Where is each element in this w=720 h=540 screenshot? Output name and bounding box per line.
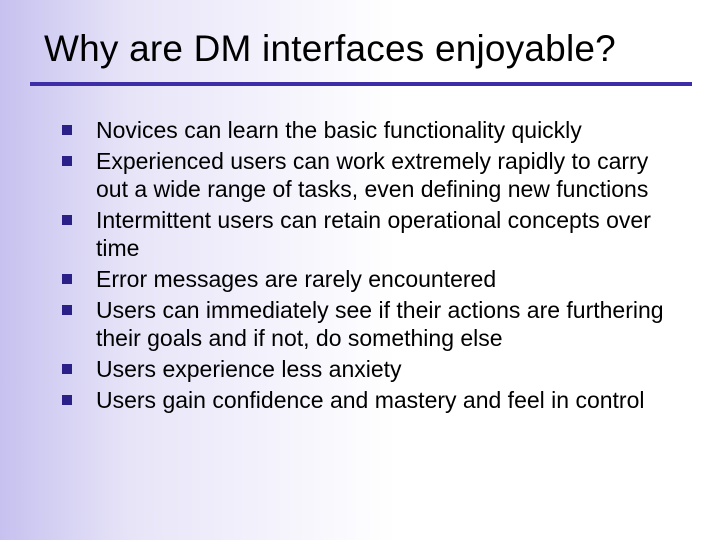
bullet-text: Users gain confidence and mastery and fe… xyxy=(96,387,644,413)
bullet-text: Experienced users can work extremely rap… xyxy=(96,148,648,202)
square-bullet-icon xyxy=(62,215,72,225)
square-bullet-icon xyxy=(62,156,72,166)
bullet-text: Novices can learn the basic functionalit… xyxy=(96,117,582,143)
slide-title: Why are DM interfaces enjoyable? xyxy=(0,0,720,82)
list-item: Users gain confidence and mastery and fe… xyxy=(62,386,672,414)
square-bullet-icon xyxy=(62,395,72,405)
list-item: Novices can learn the basic functionalit… xyxy=(62,116,672,144)
square-bullet-icon xyxy=(62,364,72,374)
bullet-text: Error messages are rarely encountered xyxy=(96,266,496,292)
slide-body: Novices can learn the basic functionalit… xyxy=(0,86,720,414)
list-item: Error messages are rarely encountered xyxy=(62,265,672,293)
bullet-text: Users can immediately see if their actio… xyxy=(96,297,664,351)
square-bullet-icon xyxy=(62,274,72,284)
square-bullet-icon xyxy=(62,125,72,135)
square-bullet-icon xyxy=(62,305,72,315)
slide: Why are DM interfaces enjoyable? Novices… xyxy=(0,0,720,540)
list-item: Experienced users can work extremely rap… xyxy=(62,147,672,203)
bullet-list: Novices can learn the basic functionalit… xyxy=(62,116,672,414)
bullet-text: Intermittent users can retain operationa… xyxy=(96,207,651,261)
list-item: Intermittent users can retain operationa… xyxy=(62,206,672,262)
list-item: Users experience less anxiety xyxy=(62,355,672,383)
list-item: Users can immediately see if their actio… xyxy=(62,296,672,352)
bullet-text: Users experience less anxiety xyxy=(96,356,402,382)
